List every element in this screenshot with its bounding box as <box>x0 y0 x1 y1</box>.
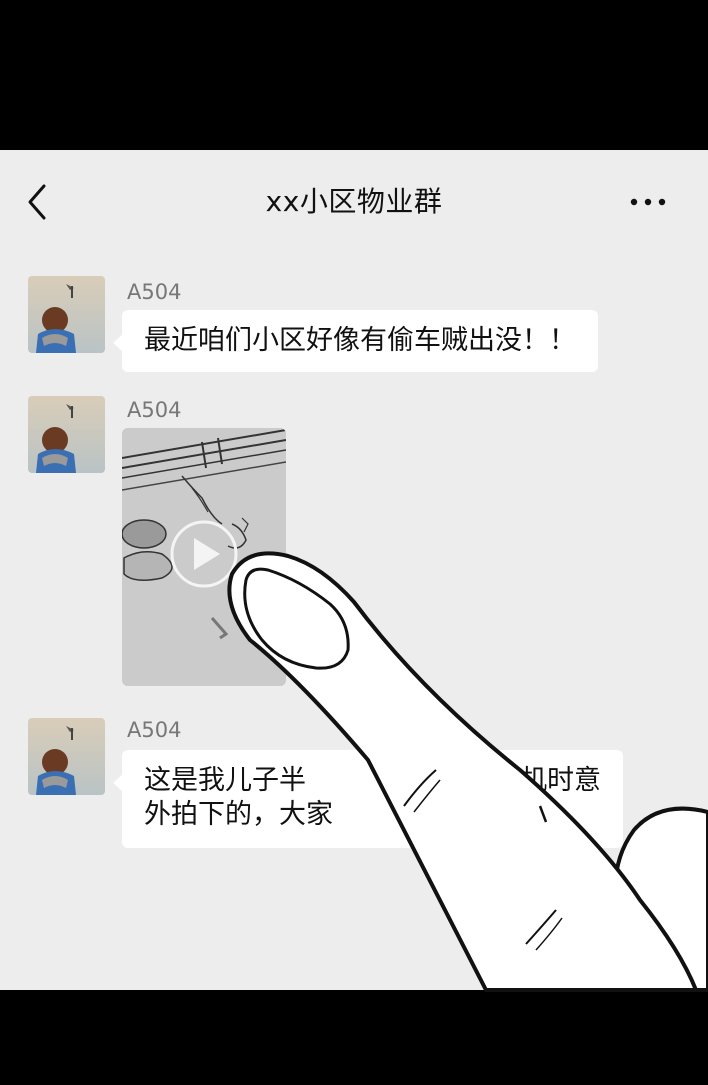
avatar-photo <box>28 718 105 795</box>
sender-name: A504 <box>127 718 182 742</box>
message-text: 最近咱们小区好像有偷车贼出没！！ <box>144 325 576 356</box>
video-message[interactable] <box>122 428 286 686</box>
avatar-photo <box>28 396 105 473</box>
sender-name: A504 <box>127 398 182 422</box>
avatar[interactable] <box>28 396 105 473</box>
more-button[interactable] <box>628 184 672 220</box>
chat-screen: xx小区物业群 A504 最近咱们小区好像有偷车贼出没！！ A504 A504 … <box>0 150 708 990</box>
chat-title: xx小区物业群 <box>265 185 443 218</box>
message-text-line1-right: 机时意 <box>520 765 601 796</box>
message-bubble[interactable]: 这是我儿子半 机时意 外拍下的，大家 <box>113 750 623 848</box>
avatar[interactable] <box>28 276 105 353</box>
avatar[interactable] <box>28 718 105 795</box>
avatar-photo <box>28 276 105 353</box>
video-thumbnail <box>122 428 286 686</box>
message-bubble[interactable]: 最近咱们小区好像有偷车贼出没！！ <box>113 310 598 372</box>
navigation-bar: xx小区物业群 <box>0 150 708 250</box>
message-text-line1-left: 这是我儿子半 <box>144 765 306 796</box>
comic-frame: xx小区物业群 A504 最近咱们小区好像有偷车贼出没！！ A504 A504 … <box>0 0 708 1085</box>
message-text-line2: 外拍下的，大家 <box>144 799 333 830</box>
sender-name: A504 <box>127 280 182 304</box>
more-dots-icon <box>630 198 666 206</box>
